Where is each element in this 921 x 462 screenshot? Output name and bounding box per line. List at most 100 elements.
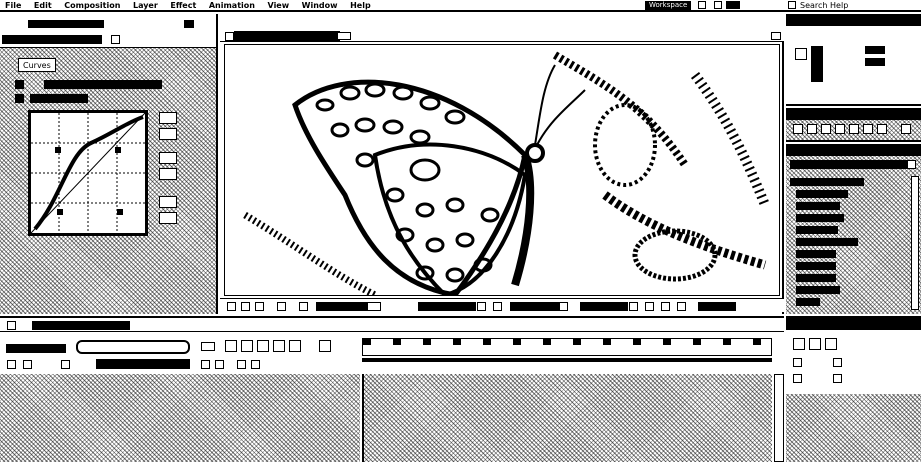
timeline-ruler[interactable]: [362, 338, 772, 356]
effects-category-10[interactable]: [796, 286, 840, 294]
project-tab[interactable]: [28, 20, 104, 28]
magnification-icon[interactable]: [227, 302, 236, 311]
search-icon[interactable]: [788, 1, 796, 9]
audio-icon[interactable]: [863, 124, 873, 134]
smooth-curve-icon[interactable]: [159, 196, 177, 208]
switch-icon-1[interactable]: [201, 360, 210, 369]
workspace-arrow-icon[interactable]: [698, 1, 706, 9]
menu-composition[interactable]: Composition: [59, 0, 125, 11]
next-frame-icon[interactable]: [835, 124, 845, 134]
resolution-dropdown[interactable]: [418, 302, 476, 311]
graph-editor-icon[interactable]: [319, 340, 331, 352]
column-icon-3[interactable]: [61, 360, 70, 369]
transparency-icon[interactable]: [493, 302, 502, 311]
effects-category-3[interactable]: [796, 202, 840, 210]
play-icon[interactable]: [821, 124, 831, 134]
menu-file[interactable]: File: [0, 0, 26, 11]
comp-mini-flowchart-icon[interactable]: [201, 342, 215, 351]
exposure-field[interactable]: [698, 302, 736, 311]
effects-category-11[interactable]: [796, 298, 820, 306]
column-icon-1[interactable]: [7, 360, 16, 369]
ram-preview-icon[interactable]: [901, 124, 911, 134]
timecode-display[interactable]: [6, 344, 66, 353]
align-center-icon[interactable]: [809, 338, 821, 350]
composition-tab[interactable]: [234, 31, 340, 41]
show-channel-icon[interactable]: [277, 302, 286, 311]
curves-graph[interactable]: [28, 110, 148, 236]
switch-icon-2[interactable]: [215, 360, 224, 369]
effect-controls-tab[interactable]: [2, 35, 102, 44]
parent-dropdown-icon[interactable]: [251, 360, 260, 369]
workspace-toggle-icon[interactable]: [726, 1, 740, 9]
reset-toggle-icon[interactable]: [15, 80, 24, 89]
fast-preview-icon[interactable]: [645, 302, 654, 311]
resolution-icon[interactable]: [367, 302, 381, 311]
camera-dropdown[interactable]: [510, 302, 560, 311]
indent-right-icon[interactable]: [833, 358, 842, 367]
effects-category-5[interactable]: [796, 226, 838, 234]
draft-3d-icon[interactable]: [225, 340, 237, 352]
timeline-search-input[interactable]: [76, 340, 190, 354]
timeline-lock-icon[interactable]: [7, 321, 16, 330]
first-frame-icon[interactable]: [793, 124, 803, 134]
open-curve-icon[interactable]: [159, 152, 177, 164]
effects-category-7[interactable]: [796, 250, 836, 258]
current-time-field[interactable]: [316, 302, 368, 311]
reset-curve-icon[interactable]: [159, 212, 177, 224]
composition-viewer[interactable]: [224, 44, 780, 296]
composition-lock-icon[interactable]: [225, 32, 234, 41]
menu-view[interactable]: View: [263, 0, 295, 11]
timeline-scrollbar[interactable]: [774, 374, 784, 462]
effects-category-6[interactable]: [796, 238, 858, 246]
views-icon[interactable]: [559, 302, 568, 311]
align-right-icon[interactable]: [825, 338, 837, 350]
effects-category-9[interactable]: [796, 274, 836, 282]
hide-shy-icon[interactable]: [241, 340, 253, 352]
curve-tool-icon[interactable]: [159, 112, 177, 124]
brainstorm-icon[interactable]: [289, 340, 301, 352]
channel-dropdown[interactable]: [44, 80, 162, 89]
composition-tab-icon[interactable]: [337, 32, 351, 40]
menu-animation[interactable]: Animation: [204, 0, 260, 11]
effects-search-field[interactable]: [790, 160, 908, 169]
effects-category-8[interactable]: [796, 262, 836, 270]
effects-category-1[interactable]: [790, 178, 864, 186]
fx-toggle-icon[interactable]: [15, 94, 24, 103]
column-icon-2[interactable]: [23, 360, 32, 369]
align-left-icon[interactable]: [793, 338, 805, 350]
space-before-icon[interactable]: [793, 374, 802, 383]
panel-close-icon[interactable]: [184, 20, 194, 28]
curves-graph-svg[interactable]: [30, 112, 146, 234]
menu-window[interactable]: Window: [297, 0, 343, 11]
timeline-icon[interactable]: [661, 302, 670, 311]
save-curve-icon[interactable]: [159, 168, 177, 180]
curve-dropdown[interactable]: [30, 94, 88, 103]
workspace-menu-icon[interactable]: [714, 1, 722, 9]
menu-layer[interactable]: Layer: [128, 0, 163, 11]
curves-tab-label[interactable]: Curves: [23, 61, 51, 70]
search-help-field[interactable]: Search Help: [798, 1, 851, 10]
toggle-pixel-icon[interactable]: [629, 302, 638, 311]
frame-blending-icon[interactable]: [257, 340, 269, 352]
effects-category-2[interactable]: [796, 190, 848, 198]
parent-icon[interactable]: [237, 360, 246, 369]
menu-edit[interactable]: Edit: [29, 0, 57, 11]
time-icon[interactable]: [299, 302, 308, 311]
effects-scrollbar[interactable]: [911, 176, 919, 310]
flowchart-icon[interactable]: [677, 302, 686, 311]
view-layout-dropdown[interactable]: [580, 302, 628, 311]
previous-frame-icon[interactable]: [807, 124, 817, 134]
tab-arrow-icon[interactable]: [111, 35, 120, 44]
snapshot-icon[interactable]: [255, 302, 264, 311]
composition-menu-icon[interactable]: [771, 32, 781, 40]
menu-effect[interactable]: Effect: [165, 0, 201, 11]
region-icon[interactable]: [477, 302, 486, 311]
layer-name-field[interactable]: [96, 359, 190, 369]
loop-icon[interactable]: [877, 124, 887, 134]
space-after-icon[interactable]: [833, 374, 842, 383]
motion-blur-icon[interactable]: [273, 340, 285, 352]
timeline-track-area[interactable]: [362, 374, 772, 462]
indent-left-icon[interactable]: [793, 358, 802, 367]
work-area-bar[interactable]: [362, 358, 772, 362]
grid-icon[interactable]: [241, 302, 250, 311]
